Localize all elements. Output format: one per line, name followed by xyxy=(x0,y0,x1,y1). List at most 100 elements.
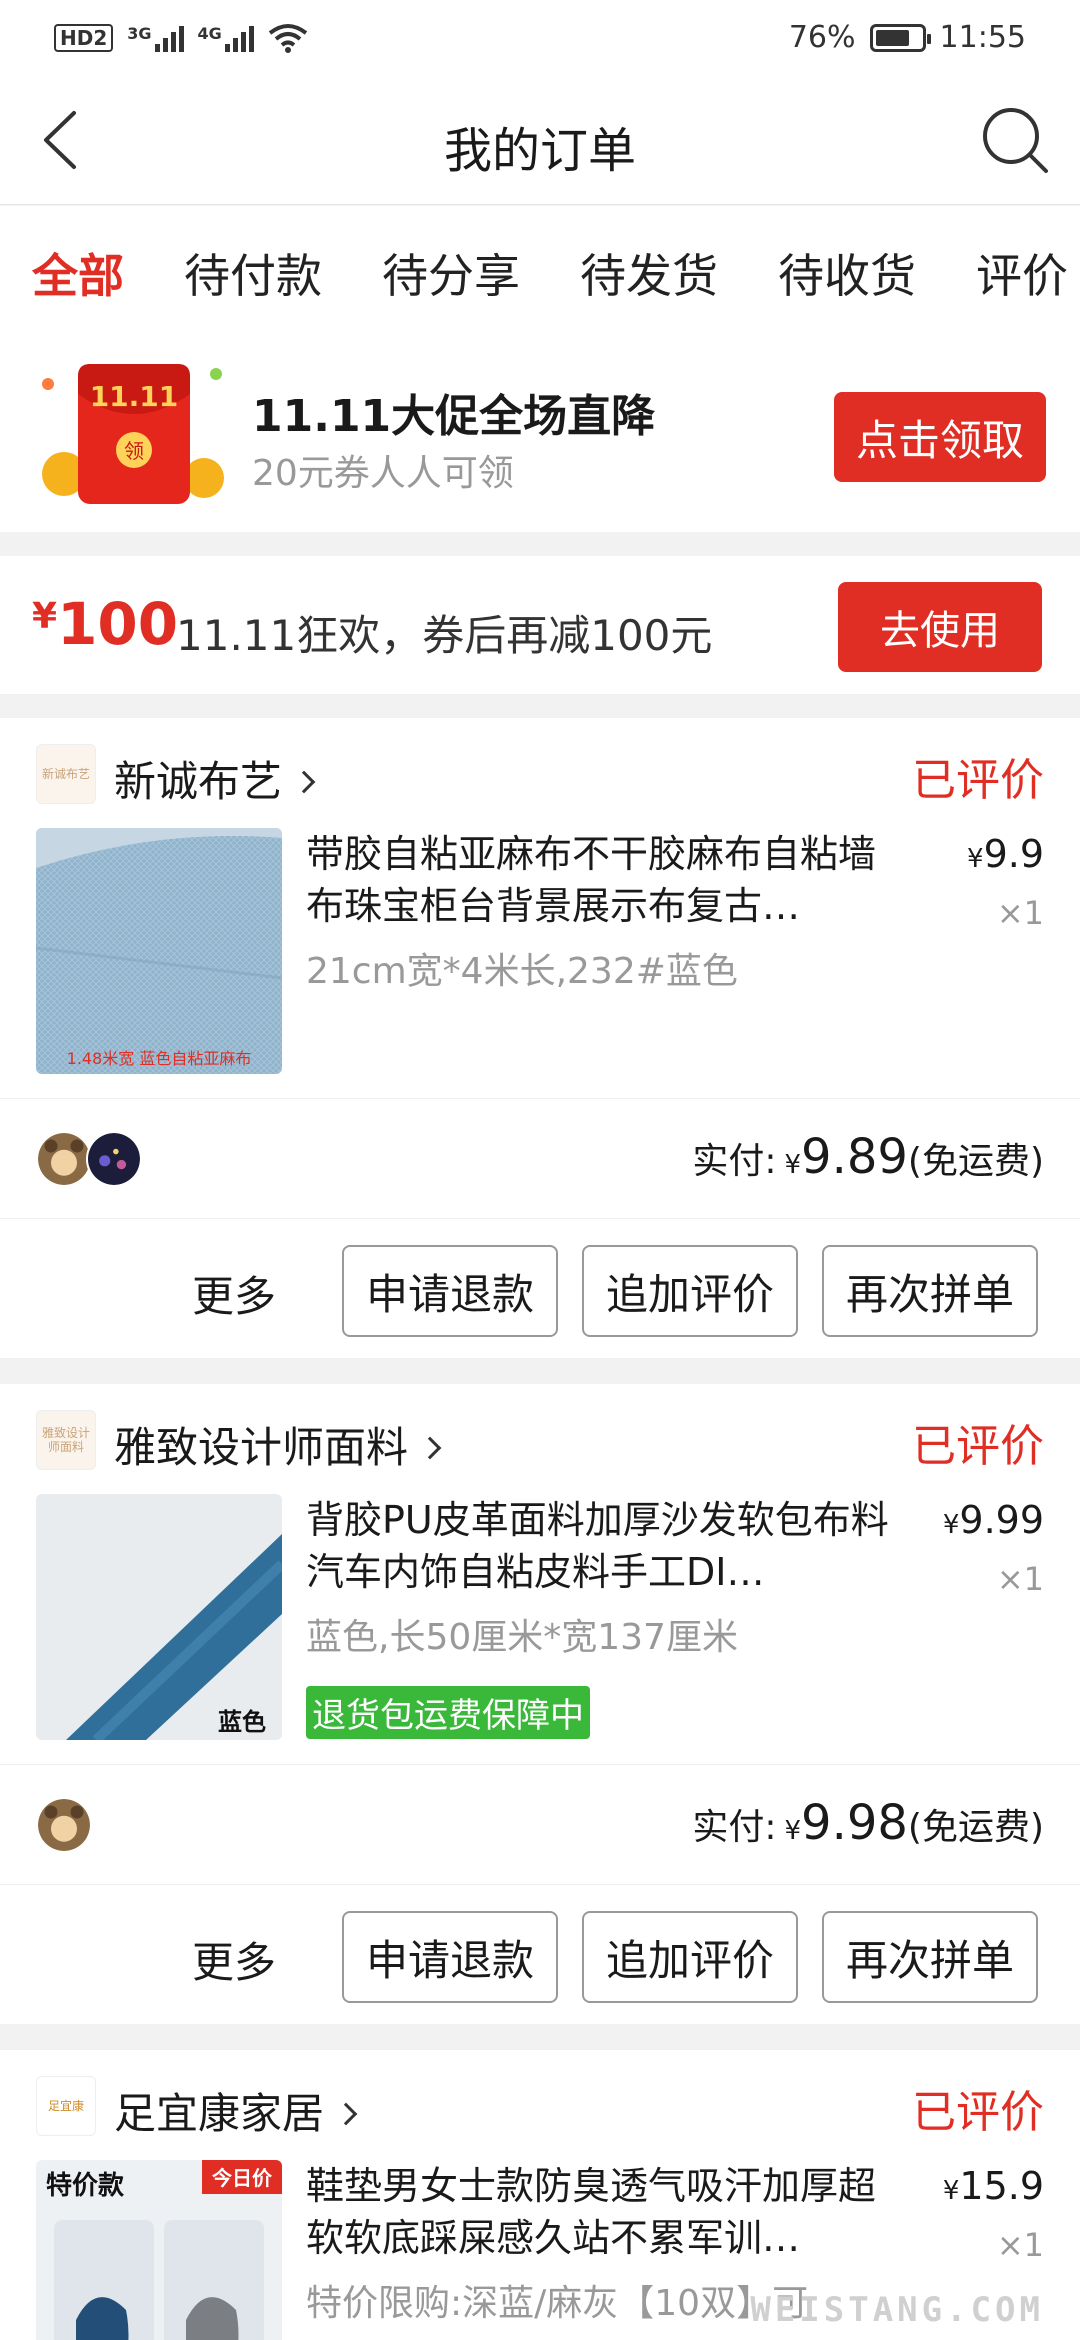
more-button[interactable]: 更多 xyxy=(192,1929,276,1990)
tab-review[interactable]: 评价 xyxy=(976,240,1068,306)
product-price: ¥9.9 xyxy=(967,832,1044,876)
product-quantity: ×1 xyxy=(996,2226,1044,2264)
product-spec: 21cm宽*4米长,232#蓝色 xyxy=(306,951,738,992)
clock: 11:55 xyxy=(939,20,1026,55)
coupon-strip: ¥100 11.11狂欢，券后再减100元 去使用 xyxy=(0,556,1080,694)
shop-name-text: 足宜康家居 xyxy=(114,2089,325,2138)
order-status: 已评价 xyxy=(912,1421,1044,1472)
price-value: 9.99 xyxy=(959,1498,1044,1542)
coupon-value: 100 xyxy=(57,590,179,658)
order-item[interactable]: 1.48米宽 蓝色自粘亚麻布 带胶自粘亚麻布不干胶麻布自粘墙布珠宝柜台背景展示布… xyxy=(0,828,1080,1088)
paid-label: 实付: xyxy=(692,1807,777,1848)
battery-fill xyxy=(875,29,909,46)
status-right: 76% 11:55 xyxy=(789,20,1026,55)
add-review-button[interactable]: 追加评价 xyxy=(582,1245,798,1337)
promo-banner[interactable]: 11.11 领 11.11大促全场直降 20元券人人可领 点击领取 xyxy=(0,340,1080,532)
order-actions: 更多 申请退款 追加评价 再次拼单 xyxy=(0,1884,1080,2024)
shop-name-text: 新诚布艺 xyxy=(114,757,283,806)
order-actions: 更多 申请退款 追加评价 再次拼单 xyxy=(0,1218,1080,1358)
avatar xyxy=(36,1131,92,1187)
price-value: 9.9 xyxy=(983,832,1044,876)
paid-amount: 实付: ¥9.98(免运费) xyxy=(692,1795,1044,1851)
product-price: ¥15.9 xyxy=(943,2164,1044,2208)
group-avatars xyxy=(36,1797,92,1853)
tab-pending-payment[interactable]: 待付款 xyxy=(184,240,322,306)
battery-percent: 76% xyxy=(788,20,856,55)
signal-3g-label: 3G xyxy=(127,23,152,43)
payment-row: 实付: ¥9.89(免运费) xyxy=(0,1098,1080,1218)
price-currency: ¥ xyxy=(942,2176,960,2206)
envelope-badge: 11.11 xyxy=(90,380,179,413)
avatar xyxy=(36,1797,92,1853)
thumb-caption: 蓝色 xyxy=(218,1708,266,1736)
order-list-page: HD2 3G 4G 76% 11:55 我的订单 全部 待付款 待分享 待发货 … xyxy=(0,0,1080,2340)
coupon-text: 11.11狂欢，券后再减100元 xyxy=(176,611,713,660)
order-status: 已评价 xyxy=(912,755,1044,806)
shop-logo: 新诚布艺 xyxy=(36,744,96,804)
tab-pending-receive[interactable]: 待收货 xyxy=(778,240,916,306)
product-title: 带胶自粘亚麻布不干胶麻布自粘墙布珠宝柜台背景展示布复古… xyxy=(306,832,877,928)
product-spec: 蓝色,长50厘米*宽137厘米 xyxy=(306,1617,738,1658)
shipping-note: (免运费) xyxy=(907,1141,1044,1182)
thumb-caption: 1.48米宽 蓝色自粘亚麻布 xyxy=(67,1049,252,1068)
shop-name-text: 雅致设计师面料 xyxy=(114,1423,409,1472)
paid-amount: 实付: ¥9.89(免运费) xyxy=(692,1129,1044,1185)
battery-icon xyxy=(869,23,931,52)
paid-label: 实付: xyxy=(692,1141,777,1182)
wifi-icon xyxy=(268,23,308,53)
shop-row[interactable]: 新诚布艺 新诚布艺 已评价 xyxy=(0,718,1080,828)
claim-coupon-button[interactable]: 点击领取 xyxy=(834,392,1046,482)
order-item[interactable]: 蓝色 背胶PU皮革面料加厚沙发软包布料汽车内饰自粘皮料手工DI… 蓝色,长50厘… xyxy=(0,1494,1080,1754)
order-card: 新诚布艺 新诚布艺 已评价 1.48米宽 蓝色自粘亚麻布 带胶自粘亚麻布不干胶麻… xyxy=(0,718,1080,1358)
tab-pending-ship[interactable]: 待发货 xyxy=(580,240,718,306)
page-title: 我的订单 xyxy=(443,123,636,179)
reorder-button[interactable]: 再次拼单 xyxy=(822,1245,1038,1337)
add-review-button[interactable]: 追加评价 xyxy=(582,1911,798,2003)
shop-name[interactable]: 雅致设计师面料 xyxy=(114,1414,442,1475)
shop-logo: 足宜康 xyxy=(36,2076,96,2136)
status-left: HD2 3G 4G xyxy=(54,23,308,53)
signal-4g-icon: 4G xyxy=(198,24,254,52)
signal-3g-icon: 3G xyxy=(127,23,184,52)
price-currency: ¥ xyxy=(942,1510,960,1540)
product-quantity: ×1 xyxy=(996,1560,1044,1598)
product-thumbnail[interactable]: 1.48米宽 蓝色自粘亚麻布 xyxy=(36,828,282,1074)
payment-row: 实付: ¥9.98(免运费) xyxy=(0,1764,1080,1884)
search-icon[interactable] xyxy=(980,105,1050,175)
status-bar: HD2 3G 4G 76% 11:55 xyxy=(0,0,1080,75)
chevron-right-icon xyxy=(418,1436,442,1460)
reorder-button[interactable]: 再次拼单 xyxy=(822,1911,1038,2003)
nav-bar: 我的订单 xyxy=(0,75,1080,205)
order-tabs: 全部 待付款 待分享 待发货 待收货 评价 xyxy=(0,206,1080,340)
watermark: WEISTANG.COM xyxy=(750,2290,1044,2330)
paid-currency: ¥ xyxy=(784,1150,802,1180)
group-avatars xyxy=(36,1131,142,1187)
promo-subtitle: 20元券人人可领 xyxy=(252,453,514,494)
paid-value: 9.89 xyxy=(801,1129,908,1185)
shop-row[interactable]: 雅致设计师面料 雅致设计师面料 已评价 xyxy=(0,1384,1080,1494)
product-thumbnail[interactable]: 蓝色 xyxy=(36,1494,282,1740)
price-value: 15.9 xyxy=(959,2164,1044,2208)
tab-pending-share[interactable]: 待分享 xyxy=(382,240,520,306)
product-thumbnail[interactable]: 今日价 特价款 xyxy=(36,2160,282,2340)
product-quantity: ×1 xyxy=(996,894,1044,932)
product-title: 鞋垫男女士款防臭透气吸汗加厚超软软底踩屎感久站不累军训… xyxy=(306,2164,877,2260)
order-status: 已评价 xyxy=(912,2087,1044,2138)
refund-button[interactable]: 申请退款 xyxy=(342,1911,558,2003)
return-shipping-badge: 退货包运费保障中 xyxy=(306,1686,590,1739)
tab-all[interactable]: 全部 xyxy=(32,240,124,306)
chevron-right-icon xyxy=(334,2102,358,2126)
coupon-amount: ¥100 xyxy=(32,590,178,658)
refund-button[interactable]: 申请退款 xyxy=(342,1245,558,1337)
shipping-note: (免运费) xyxy=(907,1807,1044,1848)
paid-currency: ¥ xyxy=(784,1816,802,1846)
coupon-currency: ¥ xyxy=(32,596,58,637)
thumb-badge-special: 特价款 xyxy=(46,2170,125,2201)
more-button[interactable]: 更多 xyxy=(192,1263,276,1324)
shop-row[interactable]: 足宜康 足宜康家居 已评价 xyxy=(0,2050,1080,2160)
shop-name[interactable]: 足宜康家居 xyxy=(114,2080,358,2141)
shop-name[interactable]: 新诚布艺 xyxy=(114,748,316,809)
thumb-badge-today: 今日价 xyxy=(212,2166,273,2190)
product-title: 背胶PU皮革面料加厚沙发软包布料汽车内饰自粘皮料手工DI… xyxy=(306,1498,889,1594)
use-coupon-button[interactable]: 去使用 xyxy=(838,582,1042,672)
